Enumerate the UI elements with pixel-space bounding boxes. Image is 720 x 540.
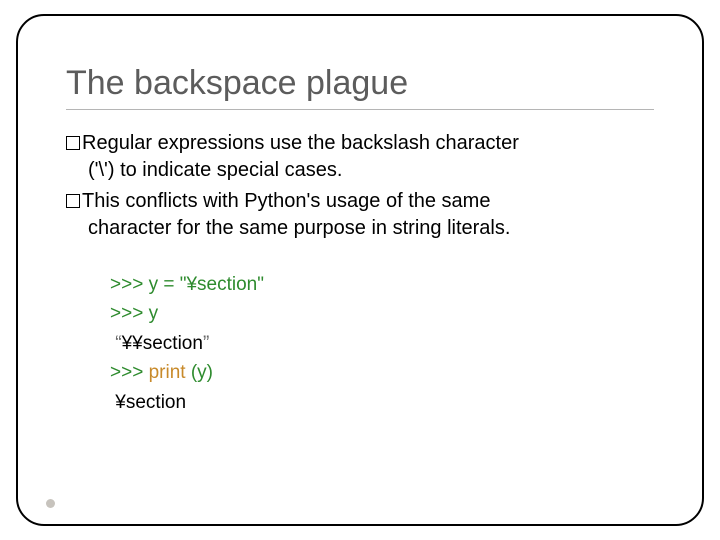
prompt: >>>	[110, 274, 149, 295]
quote-open: “	[110, 333, 122, 354]
bullet-item: Regular expressions use the backslash ch…	[66, 130, 654, 184]
square-bullet-icon	[66, 194, 80, 208]
code-output: ¥¥section	[122, 333, 203, 354]
code-line: >>> y = "¥section"	[110, 270, 654, 299]
code-line: >>> y	[110, 299, 654, 328]
bullet-text-cont: ('\') to indicate special cases.	[66, 157, 654, 184]
code-block: >>> y = "¥section" >>> y “¥¥section” >>>…	[110, 270, 654, 417]
code-text: (y)	[191, 362, 213, 383]
slide-frame: The backspace plague Regular expressions…	[16, 14, 704, 526]
slide-title: The backspace plague	[66, 64, 654, 103]
bullet-text: Regular expressions use the backslash ch…	[82, 132, 519, 154]
title-divider	[66, 109, 654, 110]
code-text: y	[149, 303, 159, 324]
bullet-item: This conflicts with Python's usage of th…	[66, 188, 654, 242]
square-bullet-icon	[66, 136, 80, 150]
quote-close: ”	[203, 333, 209, 354]
bullet-list: Regular expressions use the backslash ch…	[66, 130, 654, 242]
page-indicator-icon	[46, 499, 55, 508]
code-output: ¥section	[110, 392, 186, 413]
code-line: >>> print (y)	[110, 358, 654, 387]
bullet-text-cont: character for the same purpose in string…	[66, 215, 654, 242]
prompt: >>>	[110, 362, 149, 383]
prompt: >>>	[110, 303, 149, 324]
code-line: “¥¥section”	[110, 329, 654, 358]
code-text: y = "¥section"	[149, 274, 264, 295]
bullet-text: This conflicts with Python's usage of th…	[82, 190, 490, 212]
code-line: ¥section	[110, 388, 654, 417]
code-keyword: print	[149, 362, 191, 383]
